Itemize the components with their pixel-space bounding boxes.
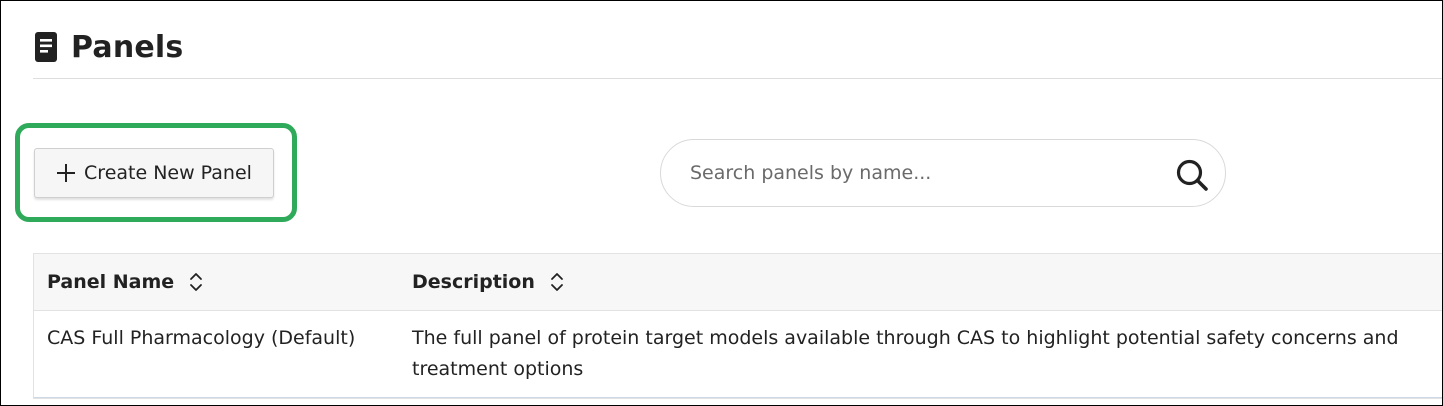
panel-description-cell: The full panel of protein target models … [412,327,1399,380]
app-window: Panels Create New Panel Panel Name [0,0,1443,406]
column-header-description[interactable]: Description [399,271,565,293]
create-new-panel-label: Create New Panel [84,162,252,184]
column-header-label: Description [412,271,535,293]
sort-icon [190,273,203,291]
table-header: Panel Name Description [34,254,1442,311]
panels-table: Panel Name Description CAS Full Pharmaco… [33,253,1442,399]
create-new-panel-button[interactable]: Create New Panel [34,148,274,198]
panel-name-cell: CAS Full Pharmacology (Default) [47,327,356,349]
header-divider [33,78,1442,79]
search-box [660,139,1226,207]
page-header: Panels [33,27,183,67]
column-header-label: Panel Name [47,271,175,293]
table-row[interactable]: CAS Full Pharmacology (Default) The full… [34,311,1442,398]
page-title: Panels [71,29,184,65]
column-header-panel-name[interactable]: Panel Name [34,271,399,293]
sort-icon [550,273,563,291]
search-icon[interactable] [1174,157,1210,193]
search-input[interactable] [688,161,1142,185]
document-icon [35,32,57,62]
plus-icon [57,164,76,182]
